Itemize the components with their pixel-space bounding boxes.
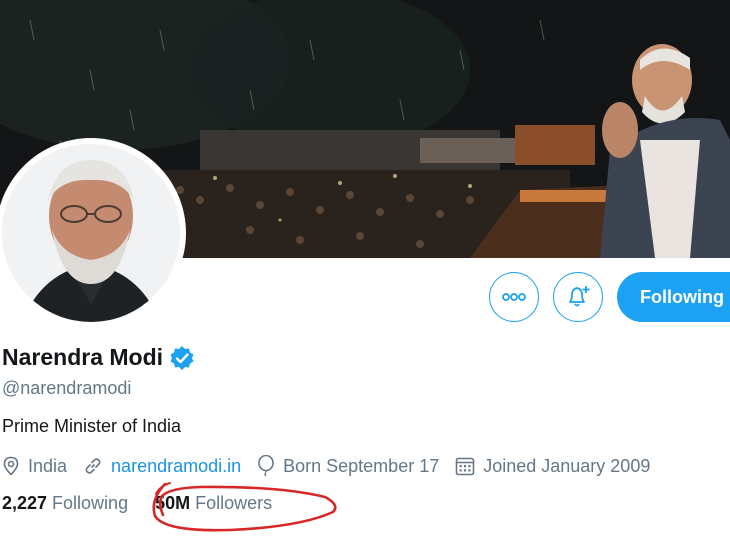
calendar-icon [455, 457, 475, 476]
profile-stats: 2,227 Following 50M Followers [2, 493, 272, 514]
joined-text: Joined January 2009 [483, 455, 651, 476]
website-item: narendramodi.in [83, 456, 241, 477]
avatar-image [2, 144, 180, 322]
website-link[interactable]: narendramodi.in [111, 456, 241, 477]
following-count: 2,227 [2, 493, 48, 513]
avatar[interactable] [2, 144, 180, 322]
verified-badge [169, 345, 195, 371]
more-options-button[interactable] [489, 272, 539, 322]
following-label: Following [52, 493, 129, 513]
birthday-item: Born September 17 [257, 455, 439, 477]
location-icon [3, 456, 19, 476]
more-icon [502, 293, 526, 301]
location-text: India [28, 455, 68, 476]
profile-bio: Prime Minister of India [2, 416, 182, 436]
notifications-button[interactable] [553, 272, 603, 322]
following-button[interactable]: Following [617, 272, 730, 322]
verified-badge-icon [170, 345, 194, 370]
birthday-text: Born September 17 [283, 455, 440, 476]
followers-label: Followers [195, 493, 273, 513]
followers-stat[interactable]: 50M Followers [155, 493, 272, 514]
profile-name: Narendra Modi [2, 344, 164, 370]
link-icon [85, 458, 101, 474]
followers-count: 50M [155, 493, 191, 513]
location-item: India [2, 456, 67, 477]
profile-meta: India narendramodi.in Born September 17 … [2, 455, 666, 477]
profile-name-row: Narendra Modi [2, 344, 195, 371]
notification-bell-icon [569, 286, 590, 307]
following-stat[interactable]: 2,227 Following [2, 493, 128, 514]
balloon-icon [258, 455, 274, 477]
following-button-label: Following [640, 286, 724, 307]
profile-handle: @narendramodi [2, 378, 132, 398]
joined-item: Joined January 2009 [455, 456, 650, 477]
